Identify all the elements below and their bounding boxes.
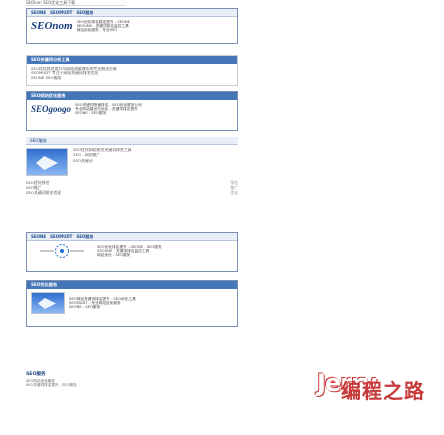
banner-3-logo-graphic [40,244,84,258]
banner-1-body: SEOnom SEO优化排名稳定提升 - SEONE SEOUNE - 关键词排… [27,17,237,36]
top-breadcrumb: SEOlom SEO优化工具下载 [26,0,126,6]
article-1: SEO服务 SEO优化网站排名关键词排名工具 SEO - 网站推广 SEO关键词… [26,137,238,195]
banner-3-text: SEO优化排名提升 - SEONE - SEO服务 SEOUNE - 关键词排名… [97,245,162,258]
banner-1-tab-2[interactable]: SEO服务 [76,10,93,16]
watermark-brand-cn: 编程之路 [341,379,425,403]
article-1-line-1: SEO - 网站推广 [73,153,101,158]
banner-1-tab-1[interactable]: SEOMUDT [50,10,72,15]
article-1-line-2: SEO关键词 [73,158,93,163]
banner-1-line-2: 网站优化服务 - 专业SEO [76,28,118,33]
banner-card-3[interactable]: SEONE SEOMUDT SEO服务 SEO优化排名提升 - SEONE - … [26,232,238,272]
banner-card-2[interactable]: SEO网站优化服务 SEOgoogo SEO关键词快速排名 - SEO优化服务公… [26,91,238,131]
article-1-list: SEO优化排名 排名 SEO推广 推广 SEO关键词排名优化 优化 [26,180,238,195]
article-1-header: SEO服务 [26,137,238,145]
bottom-title: SEO服务 [26,372,46,377]
list-item-left: SEO关键词排名优化 [26,190,62,195]
article-1-thumbnail-shape [36,156,58,170]
info-box-1-line-2: SEONE SEO服务 [31,75,62,80]
banner-1-title: SEOnom [31,20,73,33]
banner-2-line-2: SEONE - SEO服务 [75,111,107,116]
banner-2-header: SEO网站优化服务 [27,92,237,100]
banner-2-title: SEOgoogo [31,104,72,115]
article-1-line-0: SEO优化网站排名关键词排名工具 [73,148,132,152]
bottom-line-1: SEO关键词排名提升 - SEO服务 [26,383,77,388]
banner-3-line-2: 网站优化 - SEO服务 [97,253,131,258]
watermark: Jerry 编程之路 [311,357,431,413]
banner-2-text: SEO关键词快速排名 - SEO优化服务公司 专业网站建设与优化 - 关键词排名… [75,103,142,116]
banner-3-tabs: SEONE SEOMUDT SEO服务 [27,233,237,241]
info-box-2-text: SEO网站关键词排名提升 - SEO优化工具 SEOMUDT - 专业网站优化服… [69,297,136,310]
info-box-2-header: SEO优化服务 [27,281,237,289]
banner-2-body: SEOgoogo SEO关键词快速排名 - SEO优化服务公司 专业网站建设与优… [27,100,237,119]
info-box-1-header: SEO关键词分析工具 [27,56,237,64]
article-1-row: SEO优化网站排名关键词排名工具 SEO - 网站推广 SEO关键词 [26,148,238,176]
banner-3-tab-1[interactable]: SEOMUDT [50,234,72,239]
info-box-2[interactable]: SEO优化服务 SEO网站关键词排名提升 - SEO优化工具 SEOMUDT -… [26,280,238,327]
banner-card-1[interactable]: SEONE SEOMUDT SEO服务 SEOnom SEO优化排名稳定提升 -… [26,8,238,44]
banner-1-text: SEO优化排名稳定提升 - SEONE SEOUNE - 关键词排名监控工具 网… [77,20,130,33]
list-item[interactable]: SEO关键词排名优化 优化 [26,190,238,195]
banner-3-body: SEO优化排名提升 - SEONE - SEO服务 SEOUNE - 关键词排名… [27,241,237,261]
info-box-2-line-2: SEONE - SEO服务 [69,305,101,310]
info-box-2-body: SEO网站关键词排名提升 - SEO优化工具 SEOMUDT - 专业网站优化服… [27,289,237,317]
banner-1-tabs: SEONE SEOMUDT SEO服务 [27,9,237,17]
article-1-lines: SEO优化网站排名关键词排名工具 SEO - 网站推广 SEO关键词 [73,148,132,176]
info-box-2-thumbnail-shape [38,298,56,309]
info-box-1: SEO关键词分析工具 SEO优化排名提升与网站流量增长的专业解决方案 SEOMU… [26,55,238,86]
info-box-2-thumbnail[interactable] [31,292,65,314]
list-item-right: 优化 [230,190,238,195]
banner-3-tab-2[interactable]: SEO服务 [76,234,93,240]
top-breadcrumb-text: SEOlom SEO优化工具下载 [26,0,76,5]
banner-3-logo [31,244,93,258]
article-1-thumbnail[interactable] [26,148,68,176]
banner-3-tab-0[interactable]: SEONE [31,234,46,239]
bottom-section: SEO服务 SEO网站优化服务 SEO关键词排名提升 - SEO服务 [26,371,238,388]
banner-1-tab-0[interactable]: SEONE [31,10,46,15]
